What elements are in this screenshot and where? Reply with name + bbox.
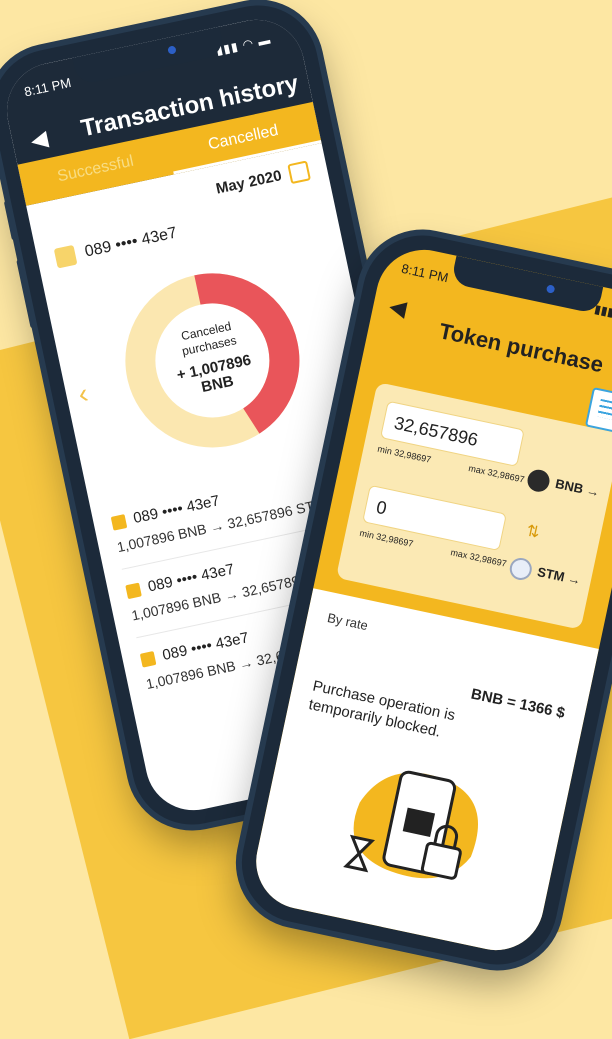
signal-wifi-battery-icon: ▮▮▮ ◠ ▬ <box>214 32 273 58</box>
page-title: Token purchase <box>437 318 606 378</box>
calendar-icon <box>287 160 312 185</box>
cart-icon <box>110 514 128 531</box>
stm-coin-icon <box>507 555 534 582</box>
status-time: 8:11 PM <box>400 260 450 286</box>
bnb-coin-icon <box>525 467 552 494</box>
coin-selector-bnb[interactable]: BNB → <box>525 467 602 505</box>
coin-selector-stm[interactable]: STM → <box>507 555 583 593</box>
status-time: 8:11 PM <box>22 74 73 100</box>
purchase-card: 32,657896 min 32,98697 max 32,98697 BNB … <box>335 382 612 630</box>
chevron-left-icon[interactable]: ‹ <box>75 377 91 410</box>
max-label: max 32,98697 <box>449 547 508 569</box>
month-label: May 2020 <box>214 167 284 198</box>
swap-icon[interactable]: ⇅ <box>524 521 542 543</box>
back-arrow-icon[interactable]: ◀ <box>28 125 50 154</box>
wallet-label: 089 •••• 43e7 <box>83 224 179 261</box>
camera-icon <box>545 284 556 294</box>
wallet-icon <box>53 244 78 269</box>
max-label: max 32,98697 <box>467 463 526 485</box>
month-selector[interactable]: May 2020 <box>214 160 312 199</box>
camera-icon <box>167 45 177 55</box>
cart-icon <box>125 582 142 600</box>
wallet-row: 089 •••• 43e7 <box>53 223 179 269</box>
blocked-illustration <box>343 770 478 880</box>
by-rate-label: By rate <box>325 609 370 634</box>
cart-icon <box>139 651 157 668</box>
donut-chart: Canceled purchases + 1,007896 BNB <box>100 248 325 473</box>
coin-label: BNB <box>554 475 585 497</box>
coin-label: STM <box>535 564 566 585</box>
back-arrow-icon[interactable]: ◀ <box>387 293 409 322</box>
